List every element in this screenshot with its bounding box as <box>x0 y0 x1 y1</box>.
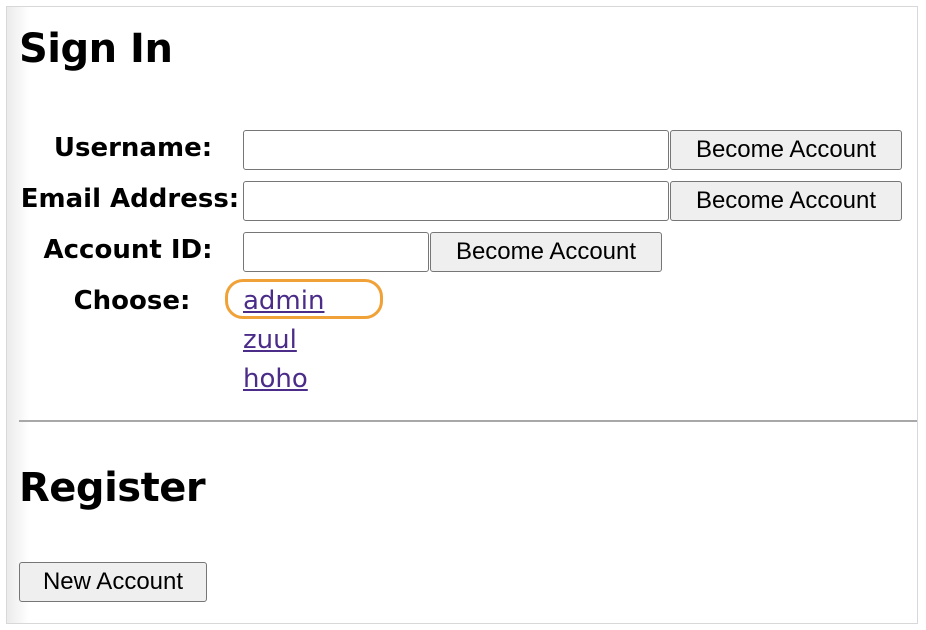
register-heading: Register <box>19 465 206 511</box>
choose-account-zuul-link[interactable]: zuul <box>243 324 297 356</box>
new-account-button[interactable]: New Account <box>19 562 207 602</box>
sign-in-heading: Sign In <box>19 26 173 72</box>
choose-account-hoho-link[interactable]: hoho <box>243 363 308 395</box>
section-divider <box>19 420 917 422</box>
account-id-input[interactable] <box>243 232 429 272</box>
email-address-label: Email Address: <box>20 184 240 214</box>
become-account-by-email-button[interactable]: Become Account <box>670 181 902 221</box>
email-address-input[interactable] <box>243 181 669 221</box>
username-label: Username: <box>53 133 213 163</box>
username-input[interactable] <box>243 130 669 170</box>
choose-account-admin-link[interactable]: admin <box>243 285 324 317</box>
become-account-by-id-button[interactable]: Become Account <box>430 232 662 272</box>
page-frame: Sign In Username: Become Account Email A… <box>6 6 918 624</box>
account-id-label: Account ID: <box>43 235 213 265</box>
become-account-by-username-button[interactable]: Become Account <box>670 130 902 170</box>
choose-label: Choose: <box>73 286 191 316</box>
